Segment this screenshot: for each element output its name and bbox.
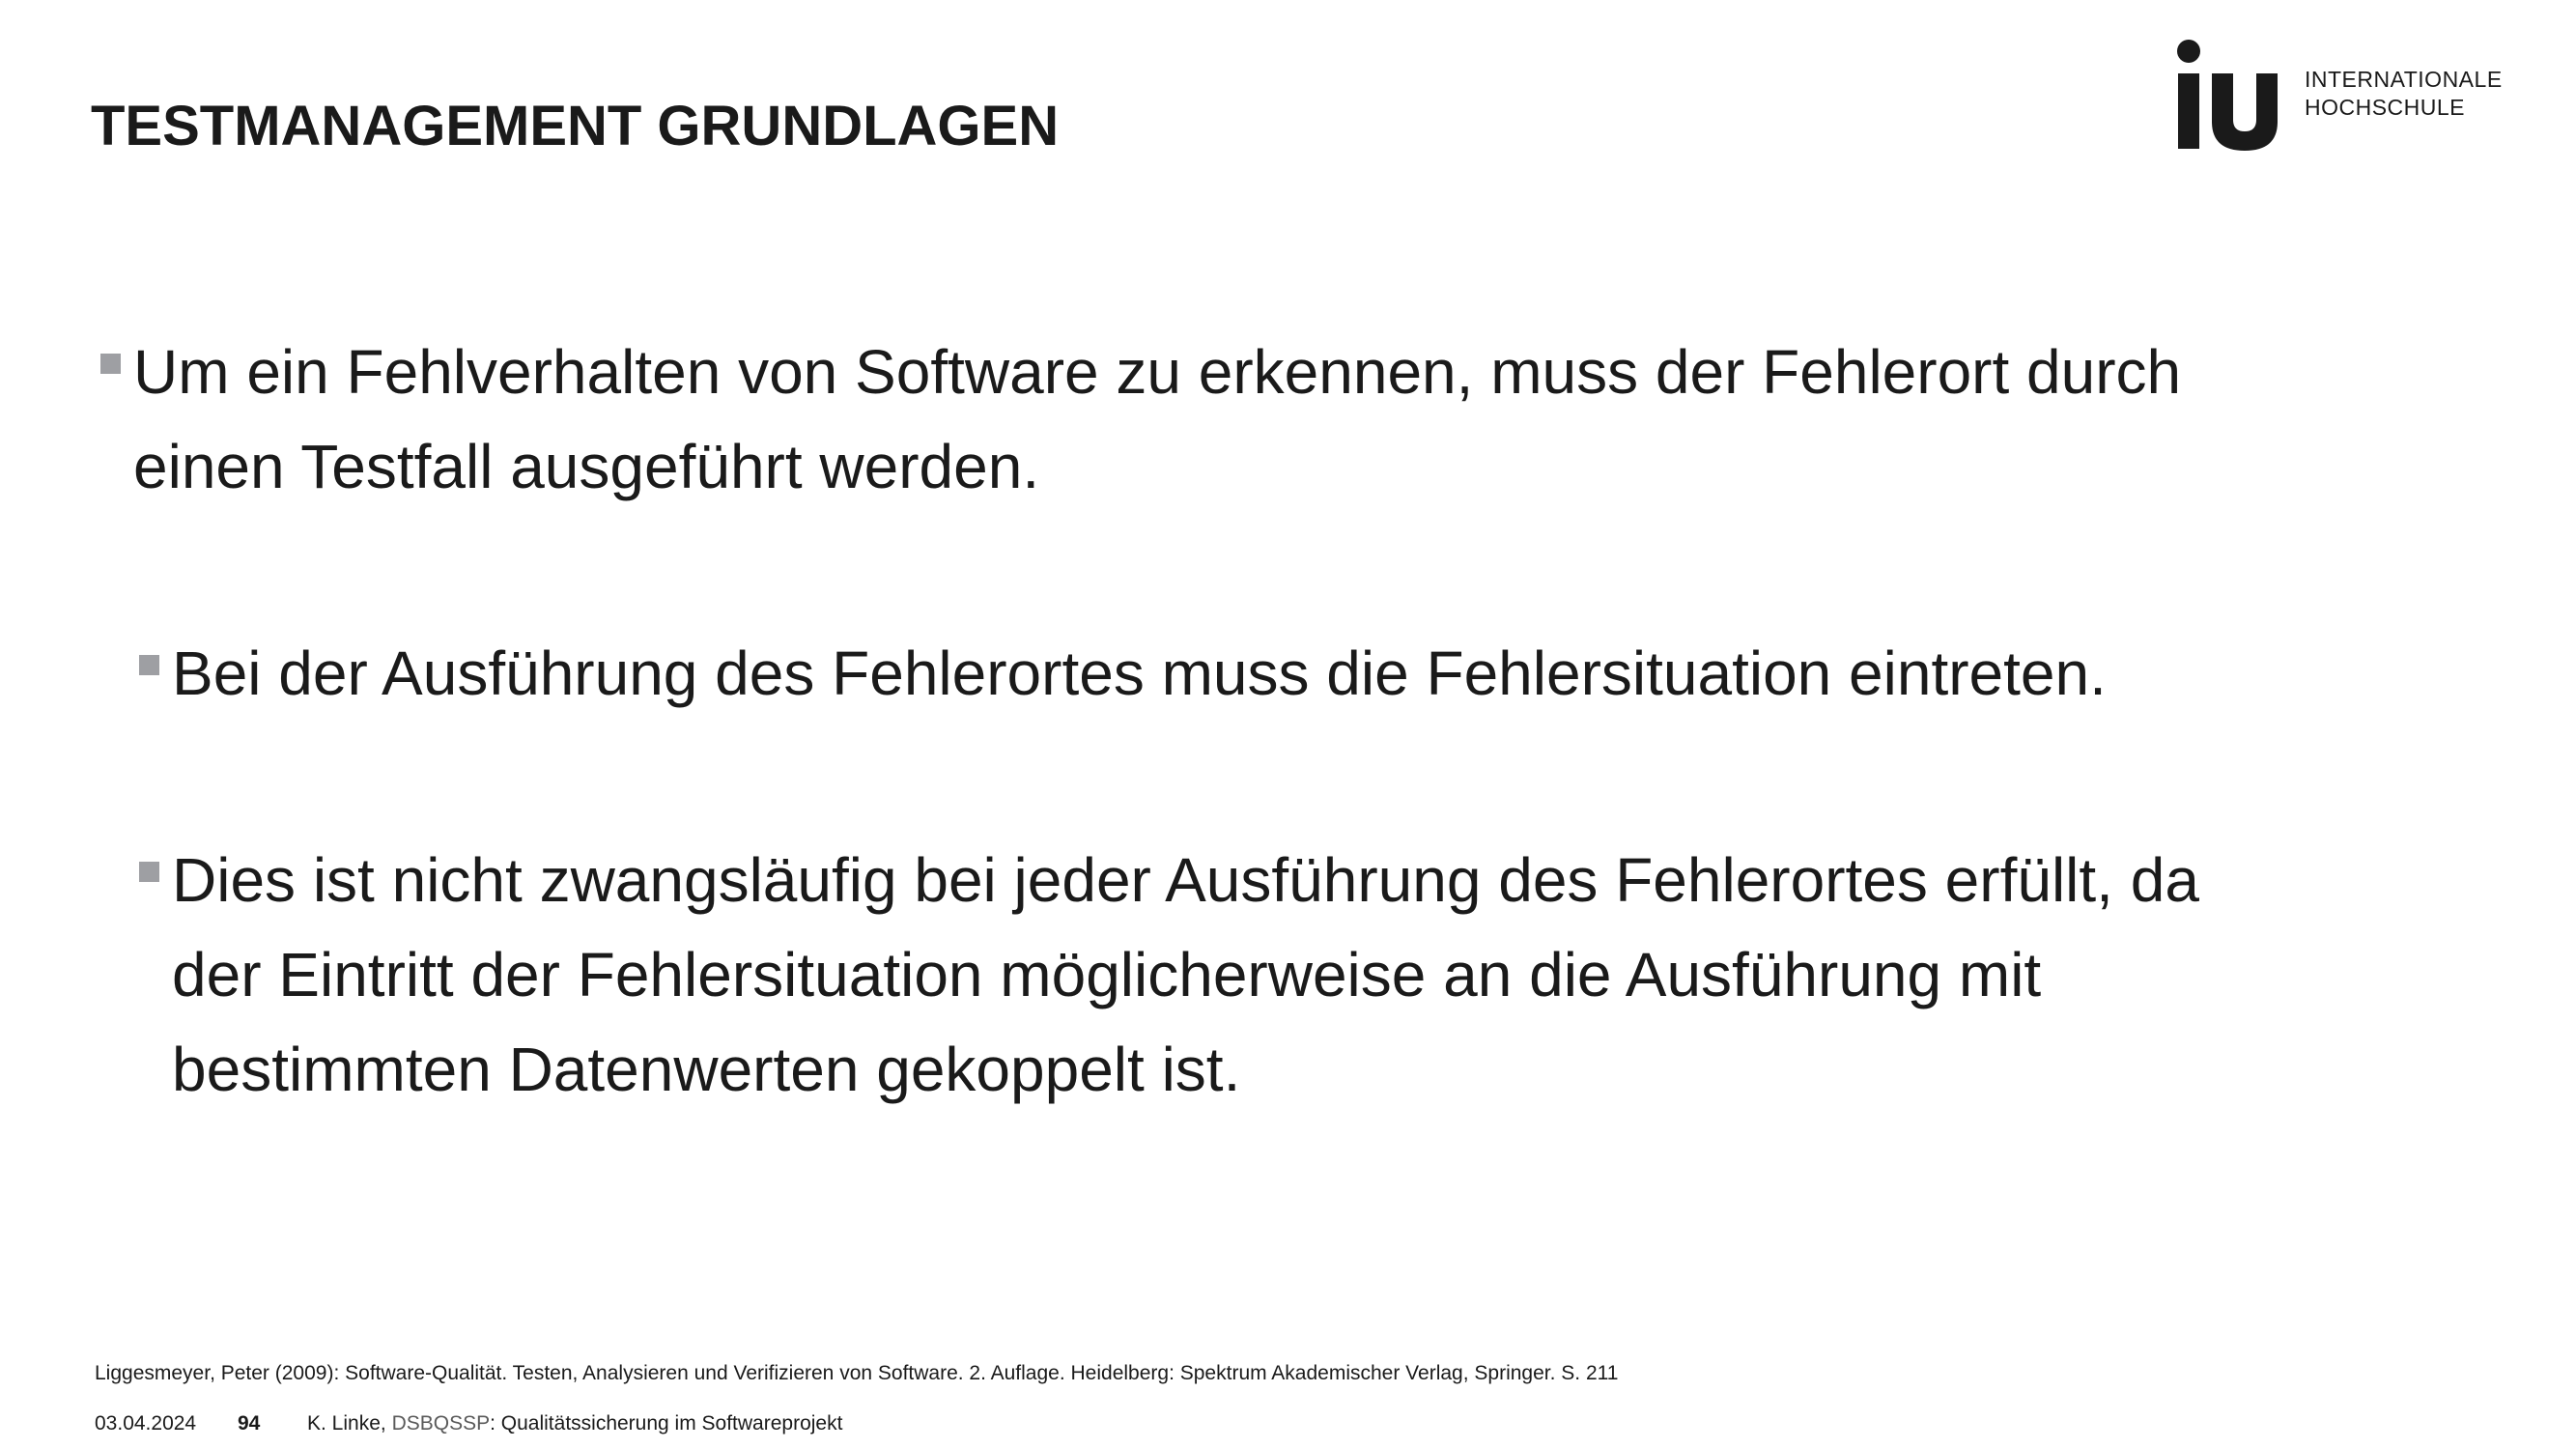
page-number: 94 (238, 1412, 261, 1435)
bullet-text: Um ein Fehlverhalten von Software zu erk… (133, 325, 2181, 514)
logo-line-1: INTERNATIONALE (2305, 67, 2503, 92)
square-bullet-icon (100, 354, 121, 374)
iu-logo-mark (2177, 40, 2278, 151)
author-name: K. Linke, (307, 1412, 392, 1435)
bullet-line: Um ein Fehlverhalten von Software zu erk… (133, 337, 2182, 407)
course-code: DSBQSSP (391, 1412, 491, 1435)
logo-wordmark: INTERNATIONALE HOCHSCHULE (2305, 66, 2503, 122)
square-bullet-icon (139, 862, 159, 882)
bullet-line: Bei der Ausführung des Fehlerortes muss … (172, 639, 2107, 708)
bullet-line: der Eintritt der Fehlersituation möglich… (172, 940, 2042, 1009)
course-title: : Qualitätssicherung im Softwareprojekt (490, 1412, 843, 1435)
bullet-text: Bei der Ausführung des Fehlerortes muss … (172, 626, 2107, 721)
iu-logo: INTERNATIONALE HOCHSCHULE (2173, 39, 2511, 155)
bullet-line: bestimmten Datenwerten gekoppelt ist. (172, 1035, 1241, 1104)
slide-title: TESTMANAGEMENT GRUNDLAGEN (91, 95, 1060, 157)
bullet-text: Dies ist nicht zwangsläufig bei jeder Au… (172, 833, 2199, 1117)
bullet-line: einen Testfall ausgeführt werden. (133, 432, 1040, 501)
logo-line-2: HOCHSCHULE (2305, 95, 2466, 120)
square-bullet-icon (139, 655, 159, 675)
footer-date: 03.04.2024 (95, 1412, 197, 1435)
footer-course-info: K. Linke, DSBQSSP: Qualitätssicherung im… (307, 1412, 842, 1435)
bullet-line: Dies ist nicht zwangsläufig bei jeder Au… (172, 845, 2199, 915)
source-reference: Liggesmeyer, Peter (2009): Software-Qual… (95, 1362, 1619, 1384)
